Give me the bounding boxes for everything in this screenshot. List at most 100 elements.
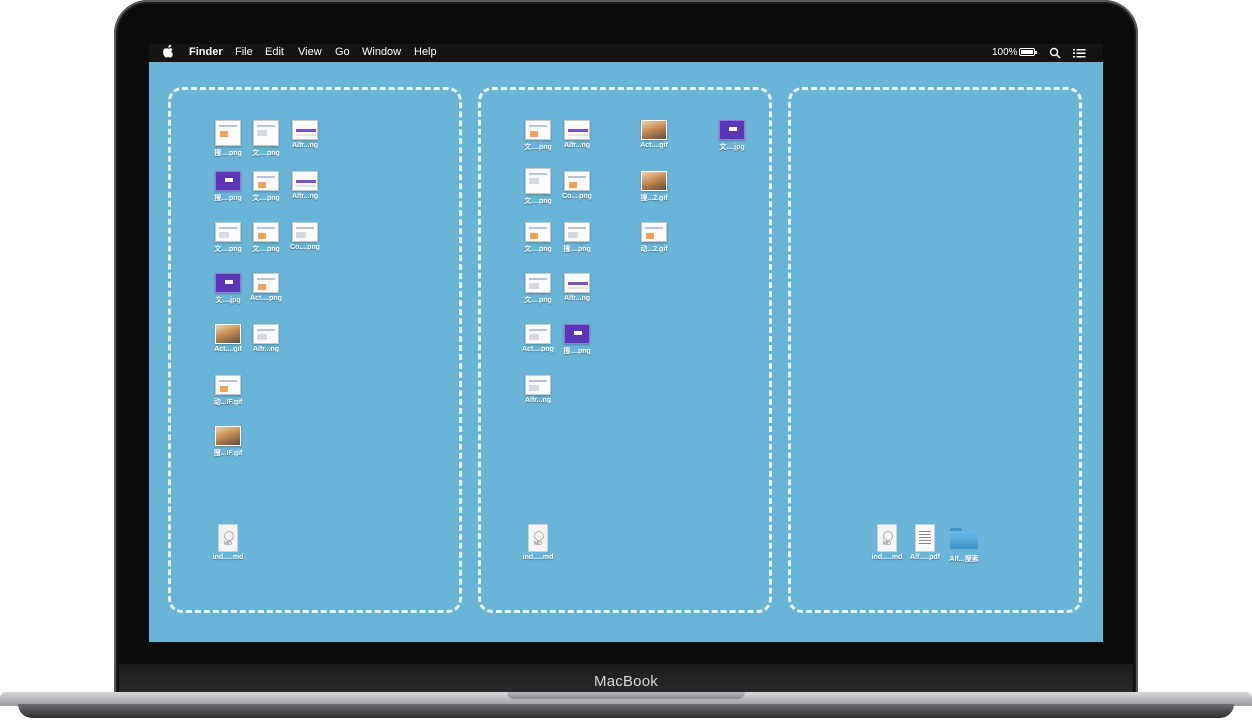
- desktop-file[interactable]: Act....gif: [208, 324, 248, 353]
- file-label: 文....png: [524, 198, 552, 205]
- file-label: Alfr...ng: [252, 346, 280, 353]
- file-label: 搜....png: [214, 195, 242, 202]
- file-thumbnail: [564, 222, 590, 242]
- laptop-base: [0, 692, 1252, 720]
- desktop-file[interactable]: 文....png: [246, 120, 286, 158]
- file-thumbnail: [215, 222, 241, 242]
- file-label: 搜....png: [214, 150, 242, 157]
- battery-icon[interactable]: [1019, 48, 1037, 56]
- list-icon[interactable]: [1073, 47, 1086, 59]
- desktop-file[interactable]: 搜...2.gif: [634, 171, 674, 203]
- desktop-file[interactable]: 文....png: [246, 222, 286, 254]
- file-thumbnail: [215, 171, 241, 191]
- desktop-file[interactable]: 文....png: [518, 222, 558, 254]
- desktop-file[interactable]: 文....png: [208, 222, 248, 254]
- file-label: Alfr...ng: [291, 193, 319, 200]
- file-label: 文....jpg: [215, 297, 241, 304]
- file-label: 文....png: [214, 246, 242, 253]
- file-label: Act....png: [522, 346, 554, 353]
- search-icon[interactable]: [1049, 47, 1061, 59]
- folder-icon: [950, 528, 978, 550]
- menu-view[interactable]: View: [298, 46, 322, 58]
- desktop-file[interactable]: Act....png: [246, 273, 286, 302]
- desktop-file[interactable]: 搜....png: [208, 120, 248, 158]
- file-thumbnail: [292, 171, 318, 191]
- file-label: 文....png: [252, 246, 280, 253]
- desktop-file[interactable]: Alfr...ng: [557, 273, 597, 302]
- menu-file[interactable]: File: [235, 46, 253, 58]
- file-thumbnail: [525, 168, 551, 194]
- menu-help[interactable]: Help: [414, 46, 437, 58]
- desktop-file[interactable]: 动...2.gif: [634, 222, 674, 254]
- menu-bar: Finder File Edit View Go Window Help 100…: [149, 44, 1103, 62]
- desktop-file[interactable]: Act....gif: [634, 120, 674, 149]
- menu-go[interactable]: Go: [335, 46, 350, 58]
- file-thumbnail: [215, 120, 241, 146]
- file-label: Alfr...ng: [291, 142, 319, 149]
- menu-edit[interactable]: Edit: [265, 46, 284, 58]
- file-label: Act....png: [250, 295, 282, 302]
- file-thumbnail: [564, 120, 590, 140]
- desktop-file[interactable]: 文....png: [518, 120, 558, 152]
- desktop-file[interactable]: Alfr...ng: [518, 375, 558, 404]
- file-label: Act....gif: [640, 142, 668, 149]
- desktop-file[interactable]: 文....jpg: [208, 273, 248, 305]
- file-label: Alfr...ng: [524, 397, 552, 404]
- battery-percent[interactable]: 100%: [992, 47, 1018, 58]
- menu-finder[interactable]: Finder: [189, 46, 223, 58]
- file-thumbnail: [641, 120, 667, 140]
- desktop-file[interactable]: 文....jpg: [712, 120, 752, 152]
- desktop-file[interactable]: Alfr...ng: [285, 171, 325, 200]
- file-thumbnail: [292, 222, 318, 242]
- desktop-file[interactable]: Alfr...ng: [246, 324, 286, 353]
- file-thumbnail: [564, 171, 590, 191]
- file-thumbnail: [641, 222, 667, 242]
- desktop-file[interactable]: 搜...IF.gif: [208, 426, 248, 458]
- file-thumbnail: [525, 324, 551, 344]
- base-bottom: [18, 704, 1234, 718]
- file-label: ind.....md: [871, 554, 903, 561]
- menu-window[interactable]: Window: [362, 46, 401, 58]
- file-thumbnail: [525, 120, 551, 140]
- markdown-file[interactable]: MD ind.....md: [867, 524, 907, 561]
- desktop-file[interactable]: 文....png: [518, 273, 558, 305]
- desktop-file[interactable]: Alfr...ng: [557, 120, 597, 149]
- file-label: ind.....md: [212, 554, 244, 561]
- file-thumbnail: [215, 324, 241, 344]
- file-label: 文....png: [524, 297, 552, 304]
- folder-item[interactable]: Alf...搜索: [944, 524, 984, 564]
- desktop-file[interactable]: 文....png: [518, 168, 558, 206]
- desktop-file[interactable]: 搜....png: [557, 324, 597, 356]
- file-label: 动...IF.gif: [213, 399, 243, 406]
- desktop-file[interactable]: Co....png: [285, 222, 325, 251]
- file-thumbnail: [564, 273, 590, 293]
- markdown-doc-icon: MD: [528, 524, 548, 552]
- file-label: 搜...IF.gif: [213, 450, 243, 457]
- file-label: Act....gif: [214, 346, 242, 353]
- file-label: 文....png: [252, 150, 280, 157]
- file-label: 搜....png: [563, 246, 591, 253]
- desktop-file[interactable]: Act....png: [518, 324, 558, 353]
- file-thumbnail: [253, 324, 279, 344]
- file-label: Alfr...ng: [563, 142, 591, 149]
- markdown-doc-icon: MD: [877, 524, 897, 552]
- file-thumbnail: [719, 120, 745, 140]
- desktop-file[interactable]: 搜....png: [208, 171, 248, 203]
- desktop-file[interactable]: 搜....png: [557, 222, 597, 254]
- device-brand: MacBook: [594, 673, 658, 690]
- desktop-file[interactable]: Co....png: [557, 171, 597, 200]
- desktop-file[interactable]: 文....png: [246, 171, 286, 203]
- file-thumbnail: [215, 426, 241, 446]
- file-thumbnail: [525, 222, 551, 242]
- apple-icon[interactable]: [161, 45, 175, 59]
- file-thumbnail: [253, 222, 279, 242]
- markdown-file[interactable]: MD ind.....md: [208, 524, 248, 561]
- file-thumbnail: [215, 273, 241, 293]
- desktop-file[interactable]: 动...IF.gif: [208, 375, 248, 407]
- file-label: Co....png: [562, 193, 592, 200]
- markdown-doc-icon: MD: [218, 524, 238, 552]
- desktop-file[interactable]: Alfr...ng: [285, 120, 325, 149]
- desktop-screen: Finder File Edit View Go Window Help 100…: [149, 44, 1103, 642]
- markdown-file[interactable]: MD ind.....md: [518, 524, 558, 561]
- pdf-file[interactable]: Alf.....pdf: [905, 524, 945, 561]
